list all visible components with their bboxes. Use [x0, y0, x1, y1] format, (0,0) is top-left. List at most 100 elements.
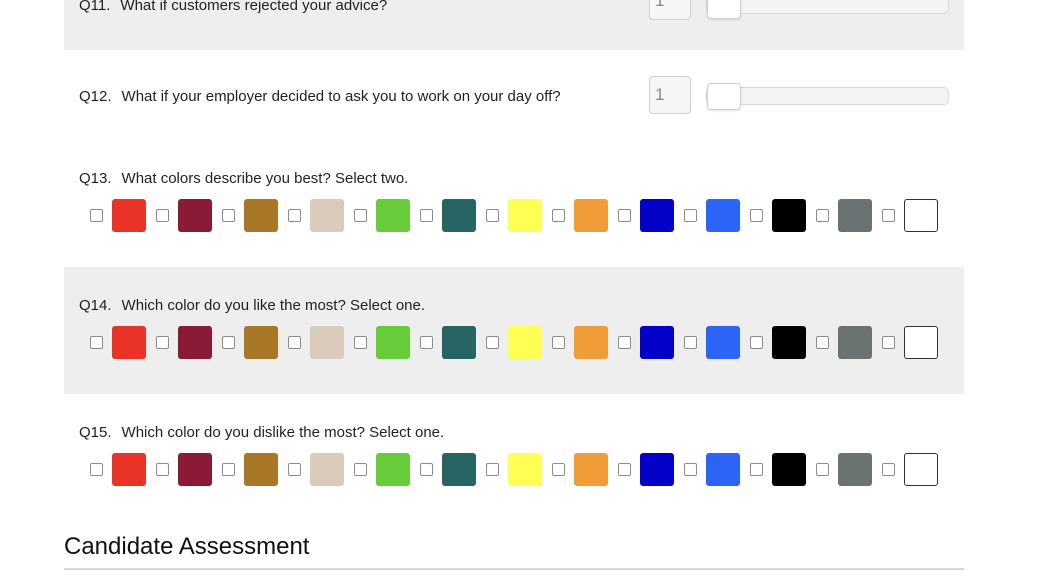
q13-checkbox-beige[interactable] — [288, 209, 301, 222]
q14-checkbox-orange[interactable] — [552, 336, 565, 349]
q14-swatch-black[interactable] — [772, 326, 806, 359]
q15-swatch-black[interactable] — [772, 453, 806, 486]
q14-checkbox-white[interactable] — [882, 336, 895, 349]
question-q15-text: Which color do you dislike the most? Sel… — [121, 424, 445, 441]
q13-swatch-red[interactable] — [112, 199, 146, 232]
q14-checkbox-teal[interactable] — [420, 336, 433, 349]
q13-swatch-black[interactable] — [772, 199, 806, 232]
q13-checkbox-orange[interactable] — [552, 209, 565, 222]
question-q11-label: Q11. What if customers rejected your advi… — [79, 0, 387, 15]
q13-swatch-green[interactable] — [376, 199, 410, 232]
q13-checkbox-red[interactable] — [90, 209, 103, 222]
q15-color-options — [64, 453, 964, 487]
q14-checkbox-gray[interactable] — [816, 336, 829, 349]
q14-checkbox-yellow[interactable] — [486, 336, 499, 349]
q13-checkbox-yellow[interactable] — [486, 209, 499, 222]
q15-checkbox-yellow[interactable] — [486, 463, 499, 476]
q15-swatch-green[interactable] — [376, 453, 410, 486]
q11-value-field[interactable]: 1 — [649, 0, 691, 20]
q15-checkbox-gray[interactable] — [816, 463, 829, 476]
q13-checkbox-gray[interactable] — [816, 209, 829, 222]
q15-checkbox-maroon[interactable] — [156, 463, 169, 476]
q13-checkbox-teal[interactable] — [420, 209, 433, 222]
q15-swatch-white[interactable] — [904, 453, 938, 486]
q14-swatch-orange[interactable] — [574, 326, 608, 359]
q14-checkbox-green[interactable] — [354, 336, 367, 349]
question-q13: Q13. What colors describe you best? Selec… — [64, 140, 964, 267]
q14-checkbox-brown[interactable] — [222, 336, 235, 349]
q14-swatch-white[interactable] — [904, 326, 938, 359]
q14-swatch-green[interactable] — [376, 326, 410, 359]
q14-checkbox-bright-blue[interactable] — [684, 336, 697, 349]
question-q14-label: Q14. Which color do you like the most? Se… — [79, 297, 425, 315]
q15-checkbox-black[interactable] — [750, 463, 763, 476]
question-q12: Q12. What if your employer decided to ask… — [64, 50, 964, 140]
q13-checkbox-brown[interactable] — [222, 209, 235, 222]
q15-checkbox-bright-blue[interactable] — [684, 463, 697, 476]
q13-swatch-white[interactable] — [904, 199, 938, 232]
q14-swatch-teal[interactable] — [442, 326, 476, 359]
q12-slider[interactable] — [706, 83, 949, 110]
section-title: Candidate Assessment — [64, 533, 310, 560]
q13-swatch-yellow[interactable] — [508, 199, 542, 232]
q15-swatch-maroon[interactable] — [178, 453, 212, 486]
q13-swatch-beige[interactable] — [310, 199, 344, 232]
q15-swatch-teal[interactable] — [442, 453, 476, 486]
q14-swatch-gray[interactable] — [838, 326, 872, 359]
q14-swatch-red[interactable] — [112, 326, 146, 359]
q13-checkbox-green[interactable] — [354, 209, 367, 222]
q12-value-field[interactable]: 1 — [649, 76, 691, 114]
q15-checkbox-orange[interactable] — [552, 463, 565, 476]
section-divider — [64, 568, 964, 570]
q13-swatch-orange[interactable] — [574, 199, 608, 232]
question-q14-number: Q14. — [79, 297, 112, 314]
q15-checkbox-brown[interactable] — [222, 463, 235, 476]
q13-color-options — [64, 199, 964, 233]
q14-checkbox-maroon[interactable] — [156, 336, 169, 349]
q15-checkbox-red[interactable] — [90, 463, 103, 476]
q15-checkbox-beige[interactable] — [288, 463, 301, 476]
q14-checkbox-red[interactable] — [90, 336, 103, 349]
q14-checkbox-beige[interactable] — [288, 336, 301, 349]
question-q15: Q15. Which color do you dislike the most?… — [64, 394, 964, 521]
q15-swatch-yellow[interactable] — [508, 453, 542, 486]
q15-swatch-gray[interactable] — [838, 453, 872, 486]
question-q14: Q14. Which color do you like the most? Se… — [64, 267, 964, 394]
q14-swatch-blue[interactable] — [640, 326, 674, 359]
q13-swatch-bright-blue[interactable] — [706, 199, 740, 232]
q14-swatch-bright-blue[interactable] — [706, 326, 740, 359]
q13-swatch-blue[interactable] — [640, 199, 674, 232]
question-q13-label: Q13. What colors describe you best? Selec… — [79, 170, 408, 188]
q13-swatch-gray[interactable] — [838, 199, 872, 232]
q14-checkbox-blue[interactable] — [618, 336, 631, 349]
q15-checkbox-teal[interactable] — [420, 463, 433, 476]
q15-swatch-brown[interactable] — [244, 453, 278, 486]
q15-swatch-bright-blue[interactable] — [706, 453, 740, 486]
q15-swatch-beige[interactable] — [310, 453, 344, 486]
q15-checkbox-green[interactable] — [354, 463, 367, 476]
q13-swatch-maroon[interactable] — [178, 199, 212, 232]
q14-checkbox-black[interactable] — [750, 336, 763, 349]
q13-checkbox-bright-blue[interactable] — [684, 209, 697, 222]
q13-checkbox-white[interactable] — [882, 209, 895, 222]
q14-swatch-beige[interactable] — [310, 326, 344, 359]
q13-checkbox-black[interactable] — [750, 209, 763, 222]
q14-swatch-yellow[interactable] — [508, 326, 542, 359]
q12-slider-thumb[interactable] — [707, 83, 741, 110]
q15-checkbox-blue[interactable] — [618, 463, 631, 476]
q13-checkbox-maroon[interactable] — [156, 209, 169, 222]
question-q11-number: Q11. — [79, 0, 111, 14]
q11-slider[interactable] — [706, 0, 949, 19]
q15-swatch-blue[interactable] — [640, 453, 674, 486]
q14-color-options — [64, 326, 964, 360]
q14-swatch-brown[interactable] — [244, 326, 278, 359]
q13-checkbox-blue[interactable] — [618, 209, 631, 222]
q15-checkbox-white[interactable] — [882, 463, 895, 476]
q14-swatch-maroon[interactable] — [178, 326, 212, 359]
q13-swatch-brown[interactable] — [244, 199, 278, 232]
q15-swatch-red[interactable] — [112, 453, 146, 486]
q11-slider-thumb[interactable] — [707, 0, 741, 19]
q15-swatch-orange[interactable] — [574, 453, 608, 486]
question-q12-label: Q12. What if your employer decided to ask… — [79, 88, 561, 106]
q13-swatch-teal[interactable] — [442, 199, 476, 232]
